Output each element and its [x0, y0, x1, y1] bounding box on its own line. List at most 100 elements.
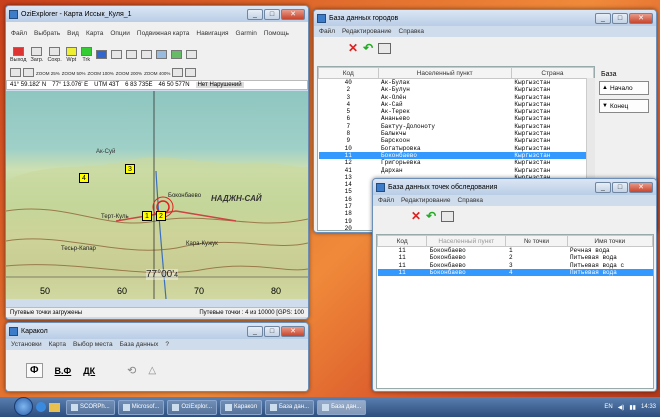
print-icon[interactable] — [10, 68, 21, 77]
start-button[interactable]: ▲ Начало — [599, 81, 649, 95]
close-button[interactable]: ✕ — [629, 181, 653, 193]
table-row[interactable]: 11 Боконбаево 4 Питьевая вода — [377, 268, 653, 277]
magnify-icon[interactable] — [185, 50, 197, 59]
taskbar-item[interactable]: База дан... — [264, 399, 315, 415]
menu-navigation[interactable]: Навигация — [196, 30, 228, 37]
button-vf[interactable]: В.Ф — [55, 366, 72, 376]
table-row[interactable]: 7 Бактуу-Долоноту Кыргызстан — [319, 123, 594, 130]
karakol-titlebar[interactable]: Каракол _ □ ✕ — [6, 323, 308, 339]
menu-edit[interactable]: Редактирование — [401, 197, 451, 204]
arrow-right-icon[interactable] — [125, 50, 137, 59]
minimize-button[interactable]: _ — [247, 325, 263, 337]
taskbar-item[interactable]: SCORPh... — [66, 399, 115, 415]
waypoint-marker-3[interactable]: 3 — [125, 164, 135, 174]
grid-icon[interactable] — [172, 68, 184, 77]
globe-icon[interactable] — [95, 50, 107, 59]
layers-icon[interactable] — [185, 68, 197, 77]
menu-options[interactable]: Опции — [110, 30, 130, 37]
maximize-button[interactable]: □ — [264, 325, 280, 337]
arrow-left-icon[interactable] — [110, 50, 122, 59]
table-row[interactable]: 11 Боконбаево 3 Питьевая вода с — [378, 262, 653, 269]
undo-icon[interactable]: ↶ — [363, 41, 373, 55]
menu-help[interactable]: Справка — [458, 197, 484, 204]
map-canvas[interactable]: 4 3 1 2 Ак-Суй НАДЖН-САЙ Боконбаево Терт… — [6, 91, 308, 299]
grid-icon[interactable] — [441, 211, 455, 222]
minimize-button[interactable]: _ — [595, 181, 611, 193]
clock[interactable]: 14:33 — [641, 404, 656, 410]
ie-icon[interactable] — [36, 402, 46, 412]
table-row[interactable]: 40 Ак-Булак Кыргызстан — [319, 79, 594, 87]
taskbar-item[interactable]: OziExplor... — [167, 399, 218, 415]
line-tool-icon[interactable] — [140, 50, 152, 59]
button-dk[interactable]: ДК — [83, 366, 95, 376]
taskbar-item[interactable]: Microsof... — [117, 399, 165, 415]
network-icon[interactable]: ▮▮ — [629, 404, 636, 411]
gps-icon[interactable] — [155, 50, 167, 59]
zoom-25-button[interactable]: ZOOM 25% — [36, 71, 60, 76]
menu-view[interactable]: Вид — [67, 30, 79, 37]
column-header-country[interactable]: Страна — [510, 67, 594, 79]
volume-icon[interactable]: ◀) — [618, 404, 625, 411]
menu-map[interactable]: Карта — [49, 341, 66, 348]
menu-garmin[interactable]: Garmin — [236, 30, 257, 37]
close-button[interactable]: ✕ — [281, 325, 305, 337]
table-row[interactable]: 10 Богатыровка Кыргызстан — [319, 145, 594, 152]
column-header-code[interactable]: Код — [377, 235, 428, 247]
table-row[interactable]: 9 Барскоон Кыргызстан — [319, 137, 594, 144]
table-row[interactable]: 8 Балыкчы Кыргызстан — [319, 130, 594, 137]
table-row[interactable]: 6 Ананьево Кыргызстан — [319, 115, 594, 122]
menu-file[interactable]: Файл — [378, 197, 394, 204]
load-button[interactable]: Загр. — [30, 47, 43, 63]
maximize-button[interactable]: □ — [612, 181, 628, 193]
points-titlebar[interactable]: База данных точек обследования _ □ ✕ — [373, 179, 656, 195]
table-row[interactable]: 4 Ак-Сай Кыргызстан — [319, 101, 594, 108]
menu-moving-map[interactable]: Подвижная карта — [137, 30, 190, 37]
menu-map[interactable]: Карта — [86, 30, 103, 37]
taskbar-item[interactable]: Каракол — [220, 399, 262, 415]
minimize-button[interactable]: _ — [595, 12, 611, 24]
menu-help[interactable]: Справка — [399, 28, 425, 35]
zoom-400-button[interactable]: ZOOM 400% — [144, 71, 170, 76]
column-header-code[interactable]: Код — [318, 67, 379, 79]
maximize-button[interactable]: □ — [264, 8, 280, 20]
column-header-settlement[interactable]: Населенный пункт — [426, 235, 507, 247]
waypoint-marker-4[interactable]: 4 — [79, 173, 89, 183]
cities-titlebar[interactable]: База данных городов _ □ ✕ — [314, 10, 656, 26]
maximize-button[interactable]: □ — [612, 12, 628, 24]
menu-database[interactable]: База данных — [120, 341, 159, 348]
table-row[interactable]: 11 Боконбаево 2 Питьевая вода — [378, 254, 653, 261]
column-header-point-name[interactable]: Имя точки — [566, 235, 653, 247]
route-icon[interactable] — [170, 50, 182, 59]
delete-icon[interactable]: ✕ — [411, 209, 421, 223]
undo-icon[interactable]: ↶ — [426, 209, 436, 223]
table-row[interactable]: 41 Дархан Кыргызстан — [319, 167, 594, 174]
track-button[interactable]: Trk — [80, 47, 92, 63]
zoom-100-button[interactable]: ZOOM 100% — [88, 71, 114, 76]
delete-icon[interactable]: ✕ — [348, 41, 358, 55]
waypoint-button[interactable]: Wpt — [65, 47, 77, 63]
table-row[interactable]: 3 Ак-Олён Кыргызстан — [319, 94, 594, 101]
table-row[interactable]: 5 Ак-Терек Кыргызстан — [319, 108, 594, 115]
waypoint-marker-1[interactable]: 1 — [142, 211, 152, 221]
zoom-50-button[interactable]: ZOOM 50% — [62, 71, 86, 76]
warning-icon[interactable]: △ — [148, 365, 156, 376]
zoom-fit-icon[interactable] — [23, 68, 34, 77]
language-indicator[interactable]: EN — [604, 404, 612, 410]
menu-help[interactable]: Помощь — [264, 30, 289, 37]
menu-select[interactable]: Выбрать — [34, 30, 60, 37]
close-button[interactable]: ✕ — [629, 12, 653, 24]
menu-edit[interactable]: Редактирование — [342, 28, 392, 35]
button-f[interactable]: Ф — [26, 363, 43, 378]
table-row[interactable]: 12 Григорьевка Кыргызстан — [319, 159, 594, 166]
column-header-point-number[interactable]: № точки — [505, 235, 568, 247]
end-button[interactable]: ▼ Конец — [599, 99, 649, 113]
menu-file[interactable]: Файл — [319, 28, 335, 35]
refresh-icon[interactable]: ⟲ — [127, 364, 136, 377]
menu-settings[interactable]: Установки — [11, 341, 42, 348]
table-row[interactable]: 11 Боконбаево Кыргызстан — [318, 151, 594, 160]
start-button[interactable] — [14, 397, 33, 416]
table-row[interactable]: 11 Боконбаево 1 Речная вода — [378, 247, 653, 255]
menu-file[interactable]: Файл — [11, 30, 27, 37]
menu-help[interactable]: ? — [165, 341, 169, 348]
ozi-titlebar[interactable]: OziExplorer - Карта Иссык_Куля_1 _ □ ✕ — [6, 6, 308, 22]
